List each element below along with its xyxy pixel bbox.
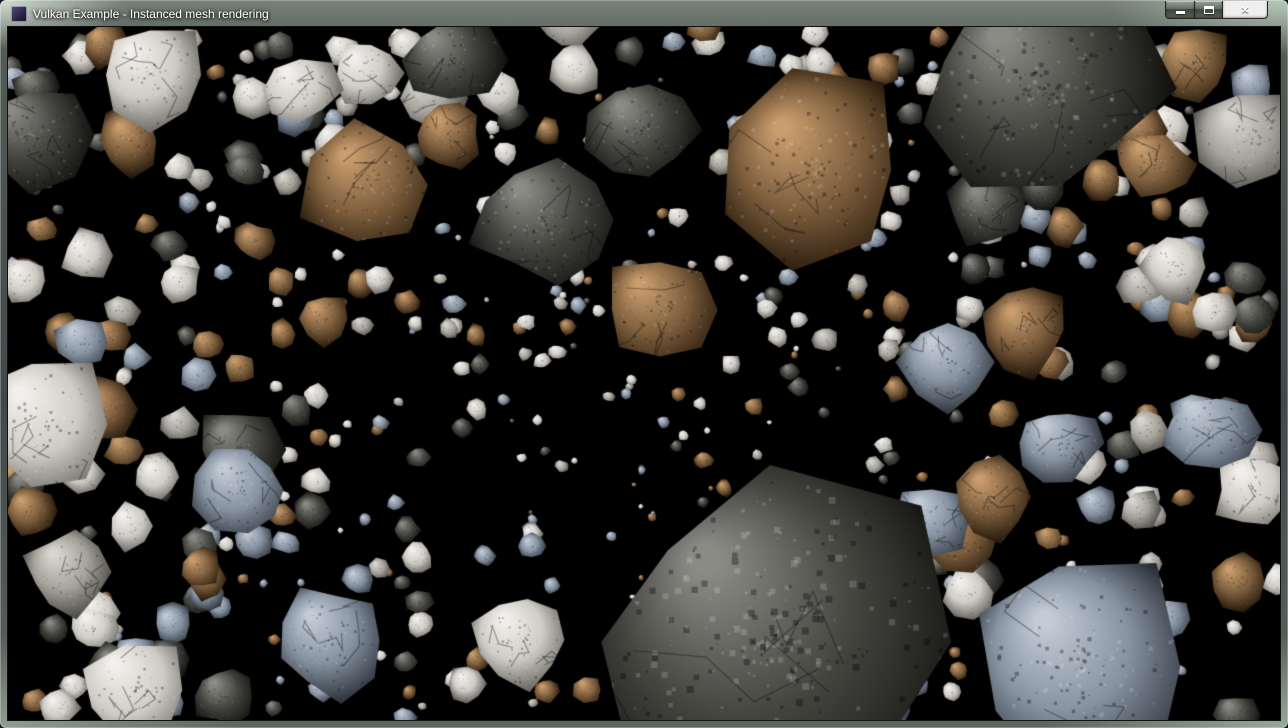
- window-controls: ×: [1165, 1, 1268, 19]
- close-icon: ×: [1241, 2, 1249, 18]
- render-viewport[interactable]: [8, 27, 1280, 720]
- minimize-icon: [1176, 11, 1185, 14]
- app-icon: [11, 6, 27, 22]
- titlebar[interactable]: Vulkan Example - Instanced mesh renderin…: [8, 0, 1280, 27]
- viewport-frame: [8, 27, 1280, 720]
- maximize-button[interactable]: [1194, 1, 1222, 19]
- app-window: Vulkan Example - Instanced mesh renderin…: [0, 0, 1288, 728]
- window-title: Vulkan Example - Instanced mesh renderin…: [33, 7, 269, 21]
- minimize-button[interactable]: [1165, 1, 1194, 19]
- close-button[interactable]: ×: [1222, 1, 1268, 19]
- maximize-icon: [1204, 6, 1214, 14]
